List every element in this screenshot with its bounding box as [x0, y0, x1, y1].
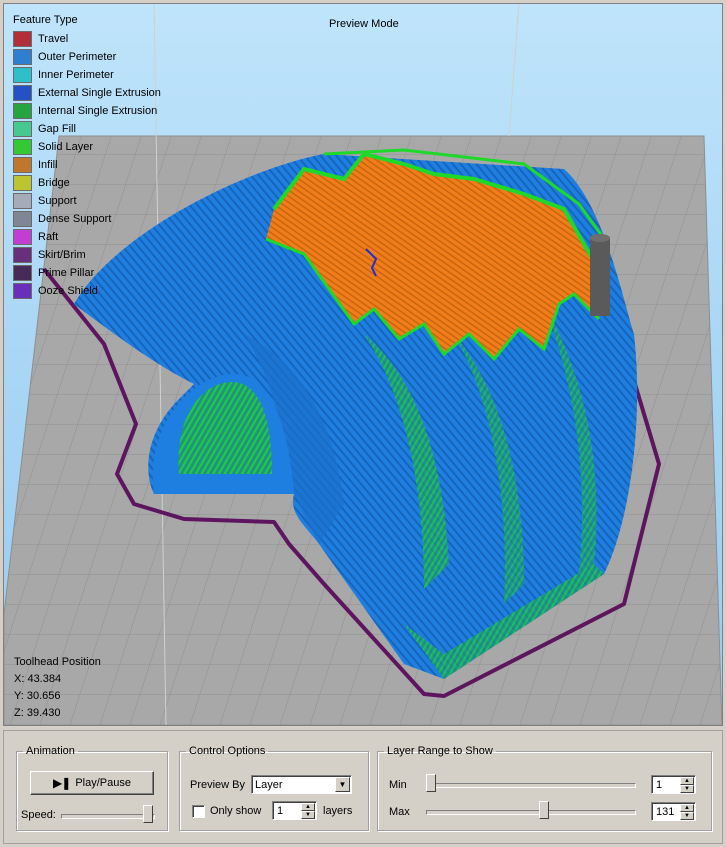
spin-down-icon[interactable]: ▼ [301, 811, 315, 819]
legend-item: Ooze Shield [13, 282, 161, 300]
only-show-label: Only show [210, 805, 262, 817]
legend-label: Internal Single Extrusion [38, 105, 158, 117]
legend-item: Bridge [13, 174, 161, 192]
legend-label: Bridge [38, 177, 70, 189]
legend-label: Travel [38, 33, 69, 45]
legend-label: Dense Support [38, 213, 112, 225]
animation-group-label: Animation [26, 745, 75, 757]
legend-item: Travel [13, 30, 161, 48]
only-show-layers-input[interactable]: 1 ▲ ▼ [272, 801, 317, 820]
max-layer-label: Max [389, 806, 410, 818]
legend-item: Prime Pillar [13, 264, 161, 282]
legend-swatch [13, 121, 32, 137]
legend-swatch [13, 103, 32, 119]
spin-up-icon[interactable]: ▲ [680, 777, 694, 785]
play-pause-icon: ▶❚ [53, 776, 71, 790]
spin-down-icon[interactable]: ▼ [680, 785, 694, 793]
legend-label: Raft [38, 231, 59, 243]
legend-label: External Single Extrusion [38, 87, 161, 99]
legend-label: Infill [38, 159, 58, 171]
legend-swatch [13, 49, 32, 65]
legend-title: Feature Type [13, 14, 78, 26]
legend-swatch [13, 229, 32, 245]
control-options-group: Control Options Preview By Layer ▼ Only … [179, 745, 369, 831]
toolhead-position: Toolhead Position X: 43.384 Y: 30.656 Z:… [14, 654, 101, 722]
legend-label: Solid Layer [38, 141, 94, 153]
speed-slider-thumb[interactable] [143, 805, 153, 823]
max-layer-slider-track[interactable] [426, 810, 636, 815]
legend-swatch [13, 139, 32, 155]
legend-swatch [13, 67, 32, 83]
toolhead-x: X: 43.384 [14, 673, 62, 685]
legend-label: Gap Fill [38, 123, 76, 135]
legend-label: Skirt/Brim [38, 249, 86, 261]
legend-item: Skirt/Brim [13, 246, 161, 264]
play-pause-button[interactable]: ▶❚ Play/Pause [30, 771, 154, 795]
legend-swatch [13, 283, 32, 299]
only-show-checkbox[interactable] [192, 805, 205, 818]
spin-down-icon[interactable]: ▼ [680, 812, 694, 820]
legend-item: Dense Support [13, 210, 161, 228]
legend-item: Outer Perimeter [13, 48, 161, 66]
legend-item: Gap Fill [13, 120, 161, 138]
max-layer-slider-thumb[interactable] [538, 801, 549, 819]
legend-item: Support [13, 192, 161, 210]
preview-controls-panel: Animation ▶❚ Play/Pause Speed: Control O… [3, 730, 723, 844]
spin-up-icon[interactable]: ▲ [301, 803, 315, 811]
chevron-down-icon[interactable]: ▼ [335, 777, 350, 792]
build-volume-line [508, 4, 520, 137]
speed-slider-track[interactable] [61, 814, 155, 819]
legend-label: Ooze Shield [38, 285, 98, 297]
toolhead-title: Toolhead Position [14, 656, 101, 668]
toolhead-y: Y: 30.656 [14, 690, 61, 702]
legend-swatch [13, 175, 32, 191]
preview-viewport[interactable]: Feature Type Travel Outer Perimeter Inner … [3, 3, 723, 726]
legend-item: Infill [13, 156, 161, 174]
legend-swatch [13, 247, 32, 263]
prime-pillar [590, 238, 610, 316]
layer-range-group: Layer Range to Show Min 1 ▲ ▼ Max 131 ▲ ▼ [377, 745, 712, 831]
preview-mode-label: Preview Mode [329, 18, 399, 30]
legend-swatch [13, 265, 32, 281]
preview-by-select[interactable]: Layer ▼ [251, 775, 352, 794]
legend-swatch [13, 85, 32, 101]
min-layer-input[interactable]: 1 ▲ ▼ [651, 775, 696, 794]
control-options-group-label: Control Options [189, 745, 266, 757]
min-layer-slider-track[interactable] [426, 783, 636, 788]
max-layer-value: 131 [656, 805, 675, 818]
legend-item: Solid Layer [13, 138, 161, 156]
legend-item: Internal Single Extrusion [13, 102, 161, 120]
layers-label: layers [323, 805, 353, 817]
legend-label: Support [38, 195, 77, 207]
legend-item: External Single Extrusion [13, 84, 161, 102]
legend-swatch [13, 157, 32, 173]
min-layer-label: Min [389, 779, 407, 791]
speed-label: Speed: [21, 809, 56, 821]
animation-group: Animation ▶❚ Play/Pause Speed: [16, 745, 168, 831]
legend-swatch [13, 193, 32, 209]
layer-range-group-label: Layer Range to Show [387, 745, 493, 757]
min-layer-value: 1 [656, 778, 663, 791]
toolhead-z: Z: 39.430 [14, 707, 61, 719]
min-layer-slider-thumb[interactable] [426, 774, 436, 792]
legend-label: Prime Pillar [38, 267, 95, 279]
legend-swatch [13, 31, 32, 47]
legend-item: Inner Perimeter [13, 66, 161, 84]
only-show-value: 1 [277, 804, 284, 817]
max-layer-input[interactable]: 131 ▲ ▼ [651, 802, 696, 821]
spin-up-icon[interactable]: ▲ [680, 804, 694, 812]
feature-type-legend: Feature Type Travel Outer Perimeter Inner … [13, 14, 161, 300]
legend-label: Outer Perimeter [38, 51, 117, 63]
legend-item: Raft [13, 228, 161, 246]
preview-by-label: Preview By [190, 779, 246, 791]
legend-swatch [13, 211, 32, 227]
preview-by-value: Layer [255, 778, 283, 791]
legend-label: Inner Perimeter [38, 69, 114, 81]
play-pause-label: Play/Pause [75, 777, 131, 789]
